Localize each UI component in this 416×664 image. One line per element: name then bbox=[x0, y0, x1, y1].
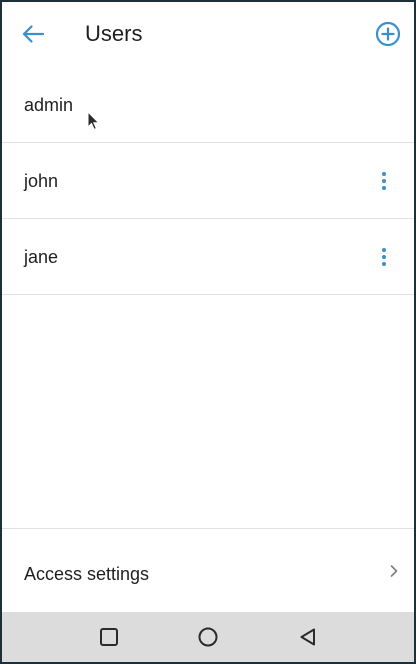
user-options-button[interactable] bbox=[374, 169, 394, 193]
user-row-jane[interactable]: jane bbox=[2, 219, 414, 295]
recent-apps-button[interactable] bbox=[97, 625, 121, 649]
mouse-pointer-icon bbox=[87, 111, 100, 131]
app-header: Users bbox=[2, 2, 414, 68]
more-vert-icon-dot bbox=[382, 262, 386, 266]
user-name: admin bbox=[24, 95, 74, 115]
system-back-button[interactable] bbox=[296, 625, 320, 649]
access-settings-label: Access settings bbox=[24, 564, 150, 584]
more-vert-icon-dot bbox=[382, 172, 386, 176]
user-row-admin[interactable]: admin bbox=[2, 68, 414, 143]
more-vert-icon-dot bbox=[382, 248, 386, 252]
app-window: Users admin john jane Access settings bbox=[0, 0, 416, 664]
page-title: Users bbox=[85, 21, 143, 46]
more-vert-icon-dot bbox=[382, 179, 386, 183]
user-list: admin john jane bbox=[2, 68, 414, 295]
home-button[interactable] bbox=[196, 625, 220, 649]
arrow-left-icon bbox=[22, 25, 44, 43]
access-settings-row[interactable]: Access settings bbox=[2, 528, 414, 612]
back-button[interactable] bbox=[16, 17, 50, 51]
add-circle-icon bbox=[375, 21, 401, 47]
user-row-john[interactable]: john bbox=[2, 143, 414, 219]
home-icon bbox=[198, 627, 218, 647]
system-nav-bar bbox=[2, 612, 414, 662]
user-name: john bbox=[24, 171, 59, 191]
back-triangle-icon bbox=[300, 628, 315, 646]
more-vert-icon-dot bbox=[382, 186, 386, 190]
recent-apps-icon bbox=[100, 628, 118, 646]
chevron-right-icon bbox=[390, 565, 398, 577]
user-name: jane bbox=[24, 247, 59, 267]
add-user-button[interactable] bbox=[371, 17, 405, 51]
user-options-button[interactable] bbox=[374, 245, 394, 269]
more-vert-icon-dot bbox=[382, 255, 386, 259]
